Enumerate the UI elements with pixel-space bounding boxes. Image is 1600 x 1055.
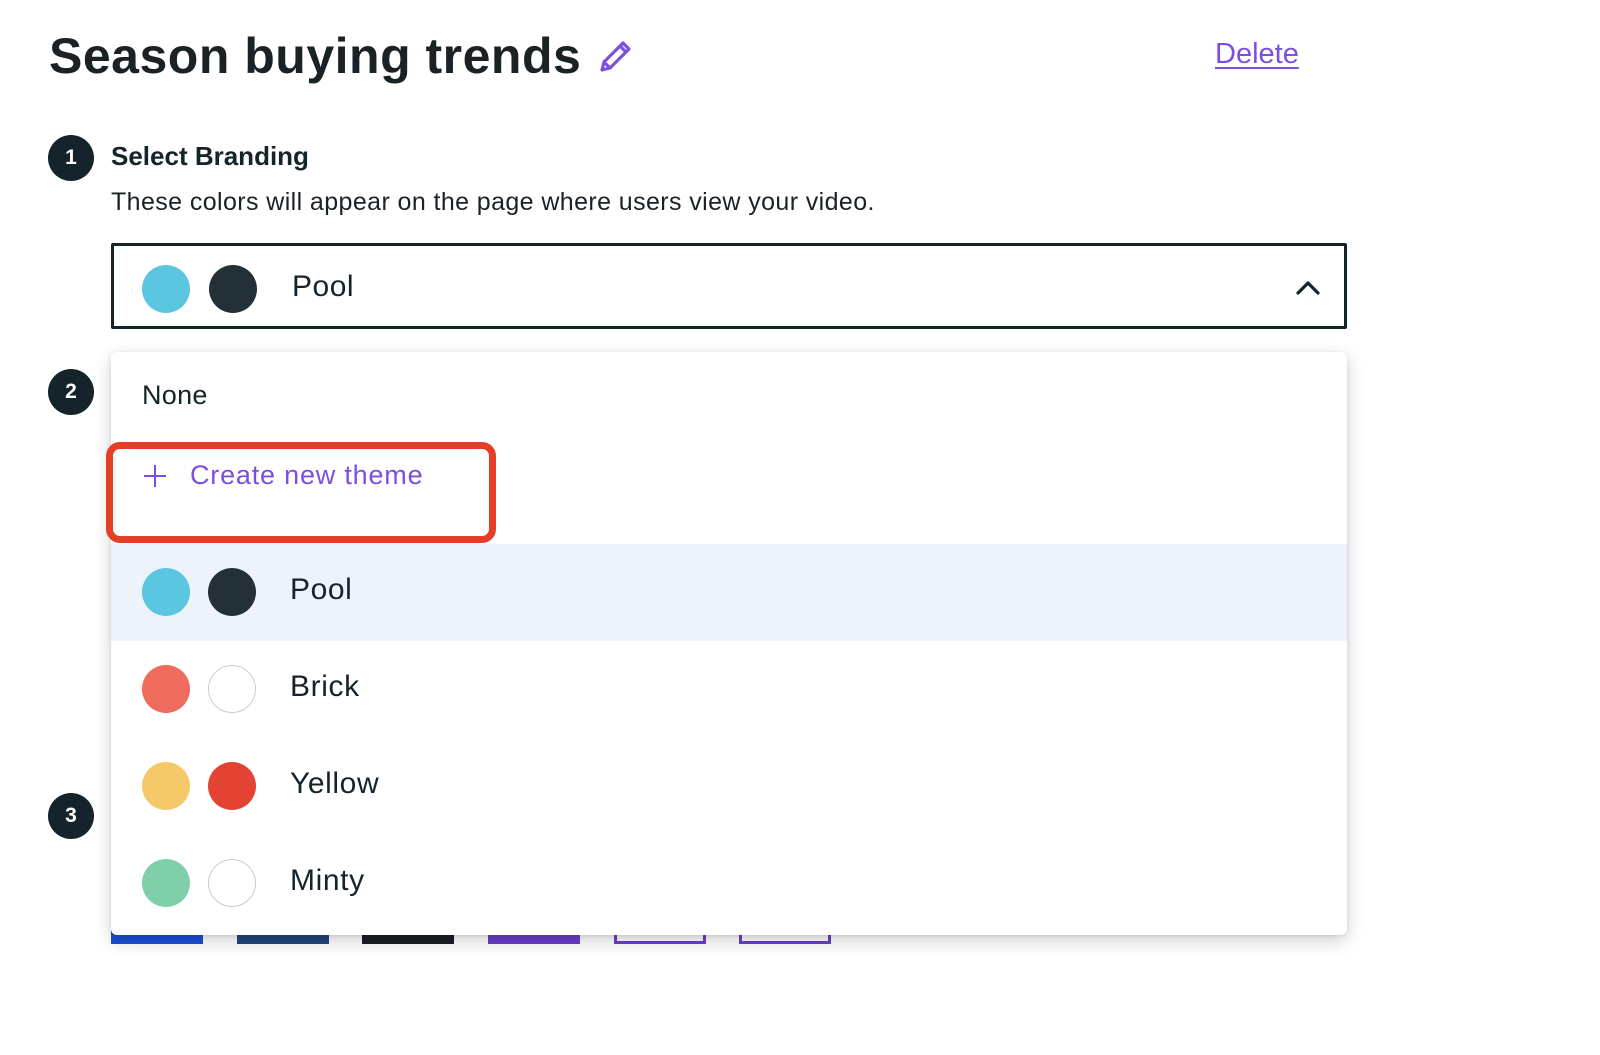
plus-icon (142, 463, 168, 489)
chevron-up-icon (1296, 281, 1320, 295)
create-theme-option[interactable]: Create new theme (142, 460, 423, 491)
theme-label: Yellow (290, 767, 380, 800)
create-theme-label: Create new theme (190, 460, 424, 490)
delete-link[interactable]: Delete (1215, 38, 1299, 71)
secondary-color-swatch (208, 665, 256, 713)
pencil-icon[interactable] (596, 36, 636, 76)
theme-option-minty[interactable]: Minty (111, 835, 1347, 932)
theme-label: Minty (290, 864, 365, 897)
page-title: Season buying trends (49, 28, 582, 84)
primary-color-swatch (142, 859, 190, 907)
theme-option-brick[interactable]: Brick (111, 641, 1347, 738)
primary-color-swatch (142, 568, 190, 616)
option-none[interactable]: None (142, 380, 208, 411)
secondary-color-swatch (209, 265, 257, 313)
primary-color-swatch (142, 665, 190, 713)
theme-option-pool[interactable]: Pool (111, 544, 1347, 641)
secondary-color-swatch (208, 568, 256, 616)
secondary-color-swatch (208, 762, 256, 810)
step-badge-3: 3 (48, 793, 94, 839)
primary-color-swatch (142, 265, 190, 313)
branding-title: Select Branding (111, 141, 309, 171)
step-badge-2: 2 (48, 369, 94, 415)
secondary-color-swatch (208, 859, 256, 907)
theme-dropdown-menu: None Create new theme Pool Brick Yellow … (111, 352, 1347, 935)
branding-select[interactable]: Pool (111, 243, 1347, 329)
select-value: Pool (292, 270, 355, 303)
primary-color-swatch (142, 762, 190, 810)
theme-label: Pool (290, 573, 353, 606)
theme-option-yellow[interactable]: Yellow (111, 738, 1347, 835)
step-badge-1: 1 (48, 135, 94, 181)
branding-description: These colors will appear on the page whe… (111, 188, 875, 216)
page: Season buying trends Delete 1 2 3 Select… (0, 0, 1600, 1055)
theme-label: Brick (290, 670, 360, 703)
